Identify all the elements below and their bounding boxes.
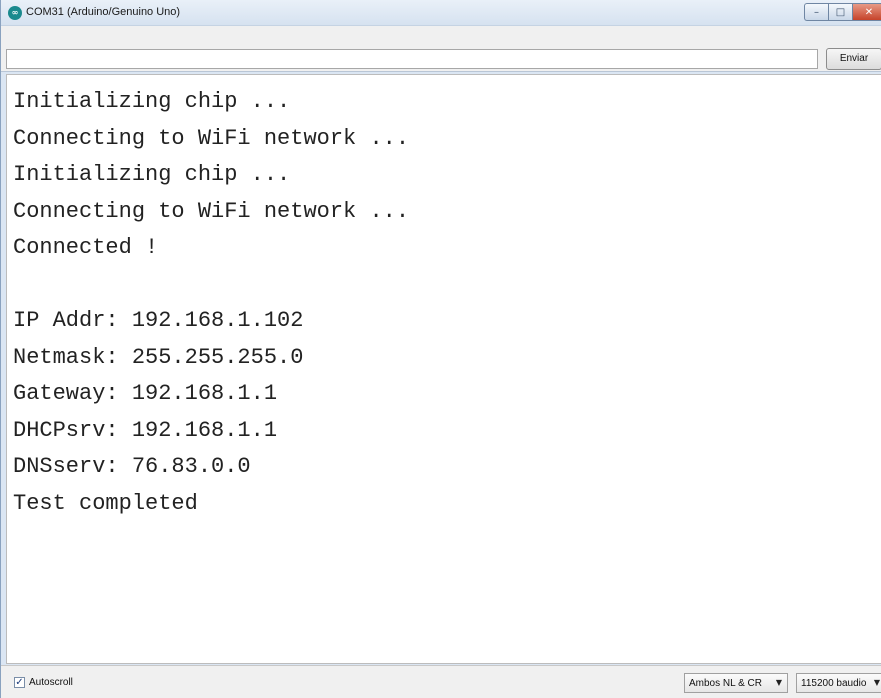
autoscroll-label: Autoscroll	[29, 677, 73, 688]
output-line: Connecting to WiFi network ...	[13, 198, 410, 224]
autoscroll-toggle[interactable]: ✓ Autoscroll	[14, 677, 73, 688]
line-ending-value: Ambos NL & CR	[689, 677, 762, 689]
output-line: Netmask: 255.255.255.0	[13, 344, 304, 370]
baud-rate-value: 115200 baudio	[801, 677, 867, 689]
window-title: COM31 (Arduino/Genuino Uno)	[26, 6, 181, 18]
autoscroll-checkbox[interactable]: ✓	[14, 677, 25, 688]
status-bar: ✓ Autoscroll Ambos NL & CR ▼ 115200 baud…	[1, 665, 881, 698]
output-line: DHCPsrv: 192.168.1.1	[13, 417, 278, 443]
output-line: DNSserv: 76.83.0.0	[13, 454, 251, 479]
arduino-logo-icon: ∞	[8, 6, 22, 20]
window-controls: – □ ✕	[804, 3, 881, 22]
output-line: Connecting to WiFi network ...	[13, 125, 410, 151]
minimize-icon: –	[814, 6, 819, 18]
serial-monitor-window: ∞ COM31 (Arduino/Genuino Uno) – □ ✕ Envi…	[0, 0, 881, 698]
output-lines: Initializing chip ... Connecting to WiFi …	[13, 84, 409, 522]
send-input[interactable]	[6, 49, 818, 69]
title-bar[interactable]: ∞ COM31 (Arduino/Genuino Uno) – □ ✕	[1, 0, 881, 26]
close-button[interactable]: ✕	[852, 3, 881, 21]
output-line: Test completed	[13, 490, 198, 516]
close-icon: ✕	[864, 6, 874, 18]
output-line: Connected !	[13, 235, 159, 260]
output-line: IP Addr: 192.168.1.102	[13, 308, 304, 333]
chevron-down-icon: ▼	[775, 678, 782, 687]
baud-rate-select[interactable]: 115200 baudio ▼	[796, 673, 881, 693]
line-ending-select[interactable]: Ambos NL & CR ▼	[684, 673, 788, 693]
send-bar: Enviar	[1, 26, 881, 72]
output-line: Initializing chip ...	[13, 162, 291, 187]
minimize-button[interactable]: –	[804, 3, 828, 21]
serial-output[interactable]: Initializing chip ... Connecting to WiFi …	[6, 74, 881, 664]
maximize-icon: □	[835, 6, 846, 18]
send-button[interactable]: Enviar	[826, 48, 881, 70]
output-line: Gateway: 192.168.1.1	[13, 381, 278, 406]
chevron-down-icon: ▼	[873, 678, 880, 687]
maximize-button[interactable]: □	[828, 3, 852, 21]
output-line: Initializing chip ...	[13, 89, 291, 114]
